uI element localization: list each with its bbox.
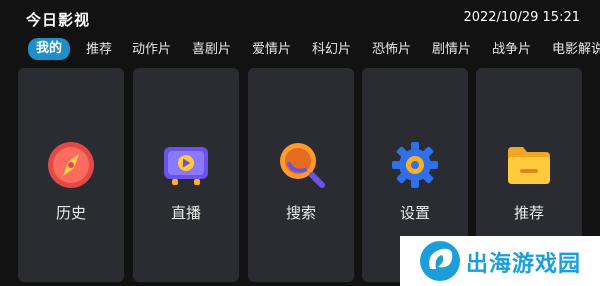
tab-action[interactable]: 动作片 [132, 40, 171, 60]
top-bar: 今日影视 2022/10/29 15:21 [0, 0, 600, 36]
watermark: 出海游戏园 [400, 236, 600, 286]
tab-recommend[interactable]: 推荐 [86, 40, 112, 60]
card-live[interactable]: 直播 [133, 68, 239, 282]
category-tabs: 我的 推荐 动作片 喜剧片 爱情片 科幻片 恐怖片 剧情片 战争片 电影解说 [0, 36, 600, 64]
tab-scifi[interactable]: 科幻片 [312, 40, 351, 60]
watermark-logo-icon [420, 241, 460, 281]
watermark-text: 出海游戏园 [466, 252, 582, 277]
tab-drama[interactable]: 剧情片 [432, 40, 471, 60]
gear-icon [392, 142, 438, 188]
clock-datetime: 2022/10/29 15:21 [463, 10, 580, 25]
card-recommend-label: 推荐 [513, 204, 544, 222]
tab-romance[interactable]: 爱情片 [252, 40, 291, 60]
tv-play-icon [164, 147, 208, 185]
tab-comedy[interactable]: 喜剧片 [192, 40, 231, 60]
tab-war[interactable]: 战争片 [492, 40, 531, 60]
card-search[interactable]: 搜索 [248, 68, 354, 282]
card-history[interactable]: 历史 [18, 68, 124, 282]
card-search-label: 搜索 [285, 204, 316, 222]
card-settings-label: 设置 [399, 204, 430, 222]
tab-mine[interactable]: 我的 [28, 38, 71, 60]
card-history-label: 历史 [55, 204, 86, 222]
tab-horror[interactable]: 恐怖片 [372, 40, 411, 60]
tab-movie-commentary[interactable]: 电影解说 [552, 40, 600, 60]
search-icon [280, 143, 325, 188]
folder-icon [508, 147, 550, 184]
compass-icon [48, 142, 94, 188]
card-live-label: 直播 [170, 204, 201, 222]
app-title: 今日影视 [26, 11, 91, 29]
